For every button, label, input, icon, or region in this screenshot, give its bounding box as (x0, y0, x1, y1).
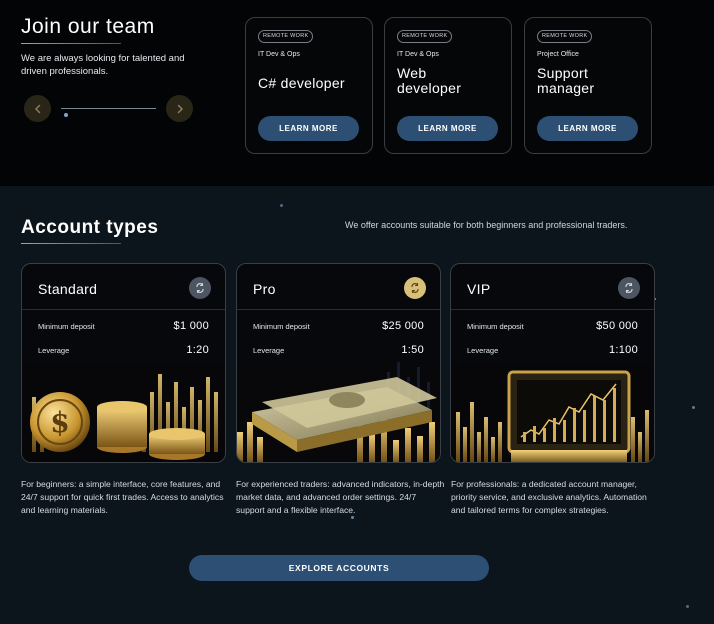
join-team-title: Join our team (21, 15, 155, 38)
job-department: Project Office (537, 51, 579, 58)
account-types-title: Account types (21, 217, 159, 238)
next-slide-button[interactable] (166, 95, 193, 122)
account-description-vip: For professionals: a dedicated account m… (451, 479, 647, 515)
min-deposit-value: $50 000 (596, 320, 638, 332)
job-department: IT Dev & Ops (258, 51, 300, 58)
min-deposit-label: Minimum deposit (38, 322, 95, 331)
explore-accounts-button[interactable]: EXPLORE ACCOUNTS (189, 555, 489, 581)
swap-icon (618, 277, 640, 299)
min-deposit-value: $1 000 (173, 320, 209, 332)
job-department: IT Dev & Ops (397, 51, 439, 58)
card-divider (22, 309, 225, 310)
account-card-standard: Standard Minimum deposit $1 000 Leverage… (21, 263, 226, 463)
job-title: Web developer (397, 65, 462, 96)
job-card: REMOTE WORK IT Dev & Ops Web developer L… (384, 17, 512, 154)
swap-icon (189, 277, 211, 299)
join-team-description: We are always looking for talented and d… (21, 53, 185, 77)
leverage-value: 1:100 (608, 344, 638, 356)
account-name: VIP (467, 281, 491, 297)
leverage-label: Leverage (253, 346, 285, 355)
leverage-label: Leverage (38, 346, 70, 355)
account-name: Standard (38, 281, 98, 297)
money-stack-image (237, 362, 440, 462)
min-deposit-label: Minimum deposit (467, 322, 524, 331)
leverage-label: Leverage (467, 346, 499, 355)
job-title: C# developer (258, 75, 345, 91)
title-underline (21, 243, 121, 244)
min-deposit-label: Minimum deposit (253, 322, 310, 331)
decorative-dot (692, 406, 695, 409)
job-tag: REMOTE WORK (537, 30, 593, 43)
previous-slide-button[interactable] (24, 95, 51, 122)
min-deposit-value: $25 000 (382, 320, 424, 332)
card-divider (237, 309, 440, 310)
title-underline (21, 43, 121, 44)
chevron-left-icon (34, 104, 40, 113)
leverage-value: 1:50 (401, 344, 424, 356)
gold-safe-image (451, 362, 654, 462)
job-title: Support manager (537, 65, 595, 96)
account-card-pro: Pro Minimum deposit $25 000 Leverage 1:5… (236, 263, 441, 463)
slider-progress-track[interactable] (61, 108, 156, 109)
svg-text:$: $ (50, 406, 69, 439)
decorative-dot (686, 605, 689, 608)
decorative-dot (64, 113, 68, 117)
learn-more-button[interactable]: LEARN MORE (537, 116, 638, 141)
account-card-vip: VIP Minimum deposit $50 000 Leverage 1:1… (450, 263, 655, 463)
learn-more-button[interactable]: LEARN MORE (258, 116, 359, 141)
account-types-intro: We offer accounts suitable for both begi… (345, 220, 628, 230)
account-name: Pro (253, 281, 276, 297)
join-team-section: Join our team We are always looking for … (0, 0, 714, 186)
account-description-pro: For experienced traders: advanced indica… (236, 479, 445, 515)
chevron-right-icon (177, 104, 183, 113)
job-card: REMOTE WORK Project Office Support manag… (524, 17, 652, 154)
decorative-dot (280, 204, 283, 207)
card-divider (451, 309, 654, 310)
account-description-standard: For beginners: a simple interface, core … (21, 479, 224, 515)
job-card: REMOTE WORK IT Dev & Ops C# developer LE… (245, 17, 373, 154)
job-tag: REMOTE WORK (258, 30, 314, 43)
learn-more-button[interactable]: LEARN MORE (397, 116, 498, 141)
gold-coins-image: $ (22, 362, 225, 462)
leverage-value: 1:20 (186, 344, 209, 356)
job-tag: REMOTE WORK (397, 30, 453, 43)
swap-icon (404, 277, 426, 299)
